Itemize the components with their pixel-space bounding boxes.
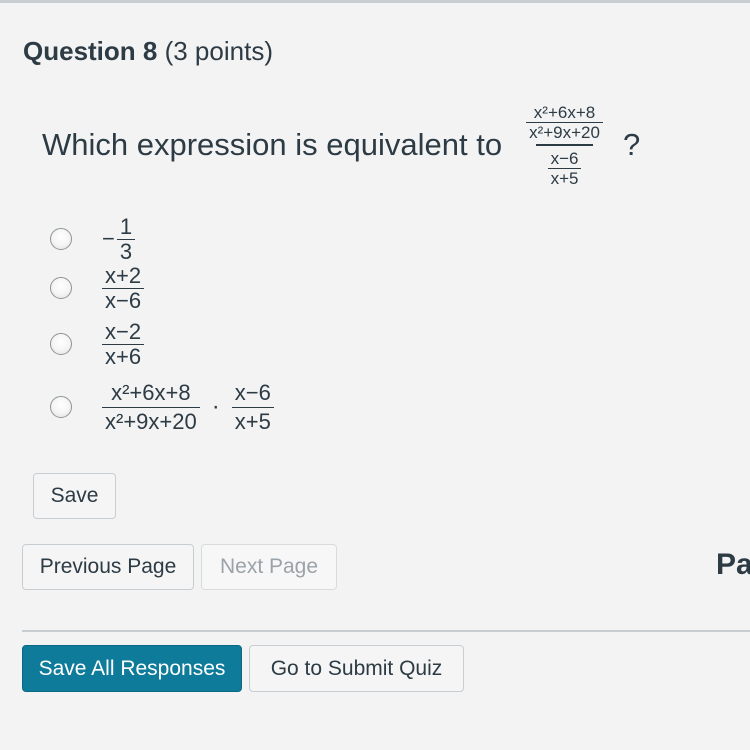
- question-header: Question 8 (3 points): [23, 36, 273, 67]
- minus-sign: −: [102, 226, 115, 251]
- question-title: Question 8: [23, 36, 158, 66]
- denominator-fraction: x−6 x+5: [547, 148, 582, 188]
- next-page-button[interactable]: Next Page: [201, 544, 337, 590]
- page-label: Pa: [716, 548, 750, 581]
- denominator-bottom: x+5: [547, 167, 582, 188]
- option-3-fraction: x−2 x+6: [102, 318, 145, 369]
- numerator-top: x²+6x+8: [533, 102, 596, 122]
- option-4-left-denominator: x²+9x+20: [102, 406, 200, 436]
- option-2-numerator: x+2: [105, 262, 142, 288]
- option-3-denominator: x+6: [102, 343, 145, 369]
- option-4-right-numerator: x−6: [234, 379, 271, 405]
- option-2-denominator: x−6: [102, 287, 145, 313]
- question-prompt: Which expression is equivalent to x²+6x+…: [42, 100, 640, 190]
- option-label-2: x+2 x−6: [102, 262, 145, 313]
- answer-option-4[interactable]: x²+6x+8 x²+9x+20 · x−6 x+5: [50, 374, 274, 440]
- option-4-right-denominator: x+5: [231, 406, 274, 436]
- section-divider: [22, 630, 750, 632]
- submit-quiz-button[interactable]: Go to Submit Quiz: [249, 645, 464, 692]
- radio-button-1[interactable]: [50, 228, 72, 250]
- option-1-denominator: 3: [116, 238, 136, 264]
- numerator-fraction: x²+6x+8 x²+9x+20: [526, 103, 603, 142]
- prompt-text: Which expression is equivalent to: [42, 127, 503, 162]
- save-all-responses-button[interactable]: Save All Responses: [22, 645, 242, 692]
- option-4-left-numerator: x²+6x+8: [111, 379, 191, 405]
- option-4-right-fraction: x−6 x+5: [231, 379, 274, 436]
- save-button[interactable]: Save: [33, 473, 116, 519]
- radio-button-3[interactable]: [50, 333, 72, 355]
- answer-option-2[interactable]: x+2 x−6: [50, 260, 274, 316]
- top-divider: [0, 0, 750, 3]
- option-label-1: − 1 3: [102, 213, 136, 264]
- multiply-operator: ·: [211, 393, 220, 420]
- option-1-numerator: 1: [119, 213, 133, 239]
- complex-fraction: x²+6x+8 x²+9x+20 x−6 x+5: [514, 102, 615, 188]
- answer-options: − 1 3 x+2 x−6 x−2 x+6 x²+6x+8 x²+9x+20 ·…: [50, 214, 274, 440]
- option-label-3: x−2 x+6: [102, 318, 145, 369]
- option-1-fraction: 1 3: [116, 213, 136, 264]
- radio-button-2[interactable]: [50, 277, 72, 299]
- previous-page-button[interactable]: Previous Page: [22, 544, 194, 590]
- option-label-4: x²+6x+8 x²+9x+20 · x−6 x+5: [102, 379, 274, 436]
- option-3-numerator: x−2: [105, 318, 142, 344]
- denominator-top: x−6: [550, 148, 579, 168]
- question-points: (3 points): [164, 36, 273, 66]
- prompt-question-mark: ?: [622, 127, 641, 162]
- answer-option-1[interactable]: − 1 3: [50, 214, 274, 263]
- option-4-left-fraction: x²+6x+8 x²+9x+20: [102, 379, 200, 436]
- radio-button-4[interactable]: [50, 396, 72, 418]
- answer-option-3[interactable]: x−2 x+6: [50, 316, 274, 372]
- numerator-bottom: x²+9x+20: [526, 121, 603, 142]
- option-2-fraction: x+2 x−6: [102, 262, 145, 313]
